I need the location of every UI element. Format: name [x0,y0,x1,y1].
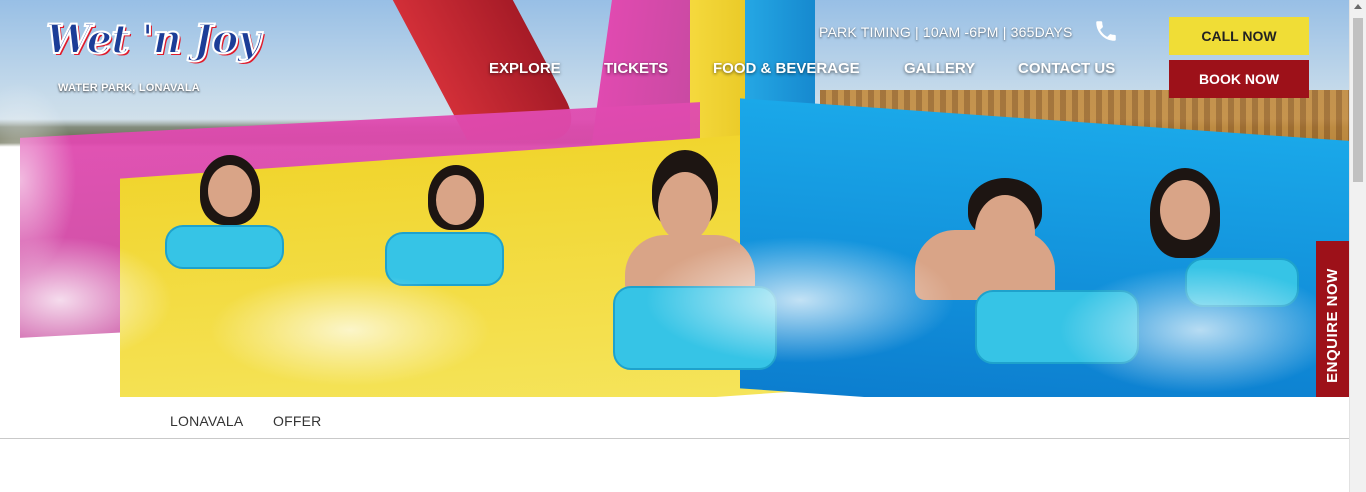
logo-wordmark: Wet 'n Joy [45,15,262,64]
scroll-up-arrow-icon[interactable] [1354,4,1362,9]
scroll-thumb[interactable] [1353,18,1363,182]
nav-contact-us[interactable]: CONTACT US [1018,60,1115,77]
nav-food-beverage[interactable]: FOOD & BEVERAGE [713,60,860,77]
site-logo[interactable]: Wet 'n Joy WATER PARK, LONAVALA [40,12,265,100]
phone-icon[interactable] [1093,18,1119,44]
vertical-scrollbar[interactable] [1349,0,1366,492]
nav-tickets[interactable]: TICKETS [604,60,668,77]
logo-tagline: WATER PARK, LONAVALA [58,82,200,94]
call-now-button[interactable]: CALL NOW [1169,17,1309,55]
nav-explore[interactable]: EXPLORE [489,60,561,77]
subnav-offer[interactable]: OFFER [273,413,321,429]
nav-gallery[interactable]: GALLERY [904,60,975,77]
hero-banner: Wet 'n Joy WATER PARK, LONAVALA PARK TIM… [0,0,1349,397]
book-now-button[interactable]: BOOK NOW [1169,60,1309,98]
park-timing: PARK TIMING | 10AM -6PM | 365DAYS [819,24,1073,40]
subnav-lonavala[interactable]: LONAVALA [170,413,243,429]
enquire-now-tab[interactable]: ENQUIRE NOW [1316,241,1349,409]
enquire-now-label: ENQUIRE NOW [1324,267,1342,383]
sub-nav: LONAVALA OFFER [0,397,1349,439]
